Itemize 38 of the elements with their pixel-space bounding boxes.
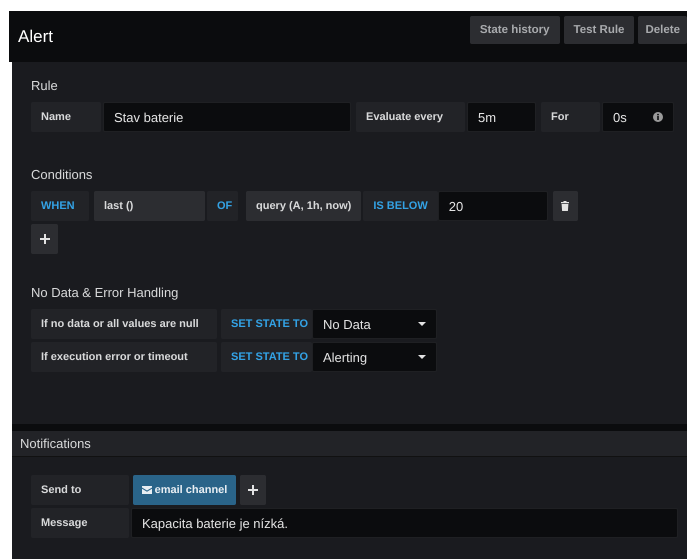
trash-icon [561,201,570,211]
section-heading: Rule [31,78,58,93]
header-button[interactable]: Delete [638,16,687,44]
reducer-selector[interactable]: last () [94,191,205,221]
text-field[interactable]: 5m [467,102,536,132]
text-field[interactable]: 0s [602,102,674,132]
condition-label: If no data or all values are null [31,309,217,339]
add-condition-button[interactable] [31,224,58,254]
state-dropdown[interactable]: Alerting [312,342,437,372]
add-channel-button[interactable] [240,475,266,505]
caret-icon [418,322,426,326]
field-label: Message [31,508,129,538]
evaluator-selector[interactable]: IS BELOW [363,191,438,221]
envelope-icon [142,486,152,494]
query-selector[interactable]: query (A, 1h, now) [246,191,362,221]
field-label: Send to [31,475,129,505]
field-label: Name [31,102,101,132]
threshold-field[interactable]: 20 [438,191,548,221]
condition-label: If execution error or timeout [31,342,217,372]
section-heading: Notifications [20,436,91,451]
section-heading: No Data & Error Handling [31,285,178,300]
keyword-label: SET STATE TO [221,342,312,372]
plus-icon [40,234,50,244]
state-dropdown[interactable]: No Data [312,309,437,339]
message-field[interactable]: Kapacita baterie je nízká. [131,508,678,538]
caret-icon [418,355,426,359]
keyword-label: OF [207,191,238,221]
keyword-label: WHEN [31,191,89,221]
page-title: Alert [18,26,54,46]
text-field[interactable]: Stav baterie [103,102,351,132]
keyword-label: SET STATE TO [221,309,312,339]
channel-tag[interactable]: email channel [133,475,236,505]
field-label: For [541,102,600,132]
delete-button[interactable] [552,191,578,221]
plus-icon [248,485,258,495]
info-icon [653,112,663,122]
field-label: Evaluate every [356,102,465,132]
section-heading: Conditions [31,167,92,182]
